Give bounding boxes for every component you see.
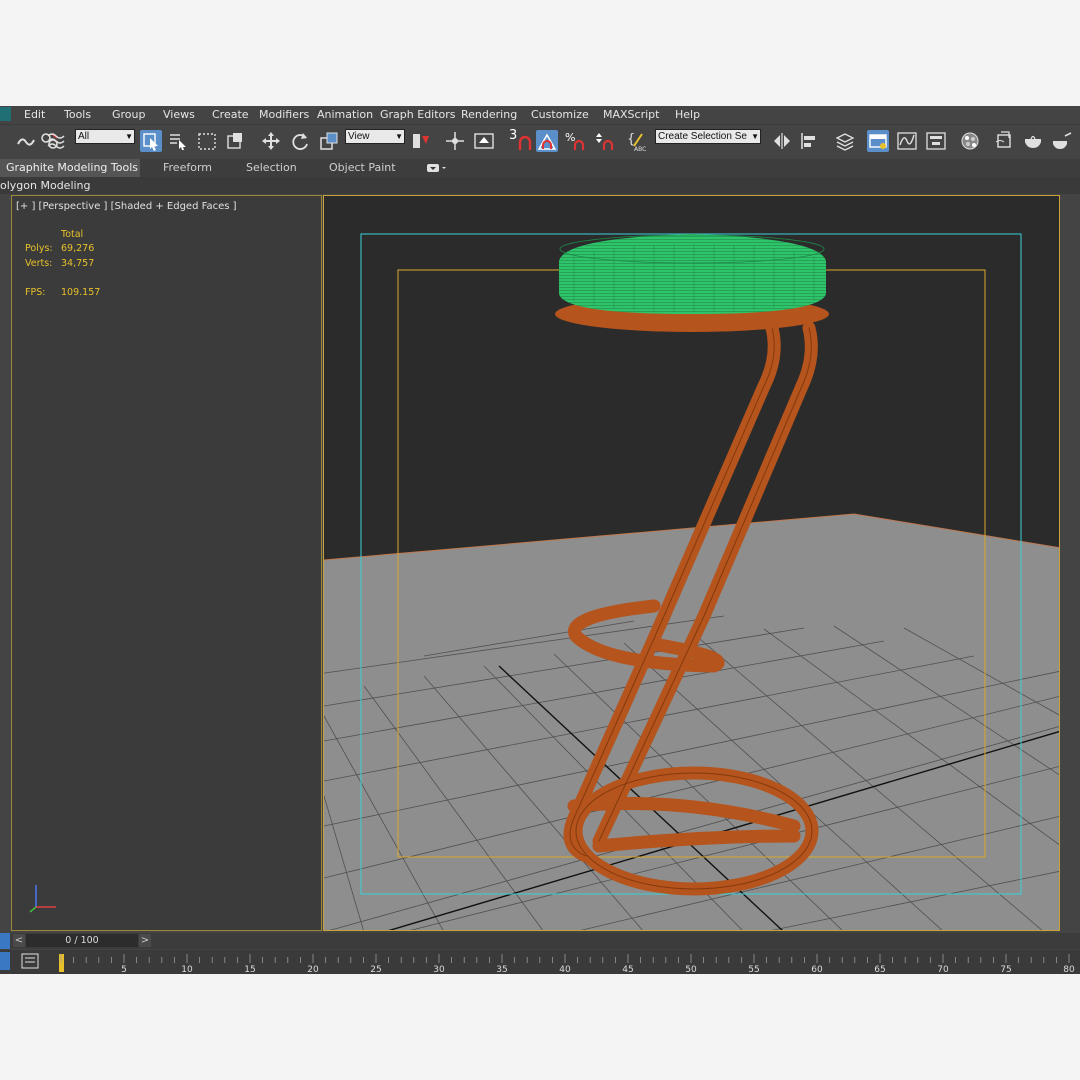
ruler-label: 15 — [244, 965, 255, 974]
prev-frame-button[interactable]: < — [13, 934, 25, 947]
ribbon-toggle-icon[interactable] — [867, 130, 889, 152]
rendered-frame-icon[interactable] — [1022, 130, 1044, 152]
named-sets-icon[interactable]: {ABC — [626, 130, 648, 152]
trackbar-toggle[interactable] — [0, 933, 10, 949]
ruler-label: 45 — [622, 965, 633, 974]
axis-tripod-icon — [29, 885, 56, 913]
menu-customize[interactable]: Customize — [531, 108, 589, 121]
tab-graphite-modeling-tools[interactable]: Graphite Modeling Tools — [0, 159, 140, 177]
frame-display[interactable]: 0 / 100 — [26, 934, 138, 947]
bind-spacewarp-icon[interactable] — [46, 130, 68, 152]
time-slider-thumb[interactable] — [59, 954, 64, 972]
render-setup-icon[interactable] — [993, 130, 1015, 152]
selection-filter-dropdown[interactable]: All ▼ — [75, 129, 135, 144]
ruler-label: 55 — [748, 965, 759, 974]
menu-edit[interactable]: Edit — [24, 108, 45, 121]
tab-object-paint[interactable]: Object Paint — [329, 161, 396, 174]
main-toolbar: All ▼ View ▼ 3 % {ABC Create Selection Se ▼ — [0, 124, 1080, 160]
perspective-viewport[interactable] — [323, 195, 1060, 931]
stats-polys-label: Polys: — [25, 243, 53, 254]
stats-verts-value: 34,757 — [61, 258, 95, 269]
ruler-label: 10 — [181, 965, 193, 974]
spinner-snap-icon[interactable]: % — [565, 130, 587, 152]
menu-graph-editors[interactable]: Graph Editors — [380, 108, 456, 121]
ruler-label: 60 — [811, 965, 823, 974]
seat-cushion — [559, 234, 826, 314]
left-viewport[interactable]: [+ ] [Perspective ] [Shaded + Edged Face… — [11, 195, 322, 931]
reference-coord-dropdown[interactable]: View ▼ — [345, 129, 405, 144]
app-logo-icon[interactable] — [0, 107, 11, 121]
menu-help[interactable]: Help — [675, 108, 700, 121]
floor-plane — [324, 514, 1059, 930]
menu-rendering[interactable]: Rendering — [461, 108, 517, 121]
timeline-ruler[interactable]: 5 10 15 20 25 30 35 40 45 50 55 60 65 70 75 80 — [0, 950, 1080, 974]
ruler-label: 75 — [1000, 965, 1011, 974]
material-editor-icon[interactable] — [959, 130, 981, 152]
percent-snap-icon[interactable] — [536, 130, 558, 152]
menu-bar: Edit Tools Group Views Create Modifiers … — [0, 106, 1080, 124]
ruler-label: 50 — [685, 965, 697, 974]
menu-modifiers[interactable]: Modifiers — [259, 108, 309, 121]
ruler-label: 70 — [937, 965, 949, 974]
link-icon[interactable] — [14, 130, 36, 152]
stats-total-header: Total — [61, 229, 84, 240]
stats-fps-value: 109.157 — [61, 287, 101, 298]
ruler-label: 40 — [559, 965, 571, 974]
stats-verts-label: Verts: — [25, 258, 53, 269]
menu-group[interactable]: Group — [112, 108, 146, 121]
menu-animation[interactable]: Animation — [317, 108, 373, 121]
ribbon-options-icon[interactable] — [426, 163, 448, 173]
menu-views[interactable]: Views — [163, 108, 195, 121]
menu-maxscript[interactable]: MAXScript — [603, 108, 659, 121]
select-manipulate-icon[interactable] — [410, 130, 432, 152]
named-selection-dropdown[interactable]: Create Selection Se ▼ — [655, 129, 761, 144]
tab-freeform[interactable]: Freeform — [163, 161, 212, 174]
ruler-label: 25 — [370, 965, 381, 974]
stats-fps-label: FPS: — [25, 287, 46, 298]
polygon-modeling-panel[interactable]: olygon Modeling — [0, 177, 1080, 194]
schematic-view-icon[interactable] — [925, 130, 947, 152]
ruler-label: 35 — [496, 965, 507, 974]
align-icon[interactable] — [799, 130, 821, 152]
move-icon[interactable] — [260, 130, 282, 152]
stats-polys-value: 69,276 — [61, 243, 95, 254]
svg-text:ABC: ABC — [634, 146, 646, 152]
ruler-label: 30 — [433, 965, 445, 974]
menu-create[interactable]: Create — [212, 108, 249, 121]
next-frame-button[interactable]: > — [139, 934, 151, 947]
window-crossing-icon[interactable] — [224, 130, 246, 152]
ruler-label: 80 — [1063, 965, 1075, 974]
tab-selection[interactable]: Selection — [246, 161, 297, 174]
ruler-label: 5 — [121, 965, 127, 974]
time-slider[interactable]: < 0 / 100 > — [0, 933, 1080, 949]
snap-toggle-icon[interactable] — [473, 130, 495, 152]
pivot-icon[interactable] — [444, 130, 466, 152]
ribbon-tabs: Graphite Modeling Tools Freeform Selecti… — [0, 159, 1080, 177]
angle-snap-icon[interactable] — [514, 130, 536, 152]
rect-region-icon[interactable] — [196, 130, 218, 152]
3dsmax-window: Edit Tools Group Views Create Modifiers … — [0, 106, 1080, 974]
curve-editor-icon[interactable] — [896, 130, 918, 152]
rotate-icon[interactable] — [289, 130, 311, 152]
select-object-icon[interactable] — [140, 130, 162, 152]
layer-manager-icon[interactable] — [834, 130, 856, 152]
render-icon[interactable] — [1051, 130, 1073, 152]
ruler-ticks: 5 10 15 20 25 30 35 40 45 50 55 60 65 70 75 80 — [59, 954, 1075, 974]
mirror-icon[interactable] — [771, 130, 793, 152]
ruler-label: 20 — [307, 965, 319, 974]
scene-canvas[interactable] — [324, 196, 1060, 931]
ruler-label: 65 — [874, 965, 885, 974]
select-by-name-icon[interactable] — [167, 130, 189, 152]
scale-icon[interactable] — [318, 130, 340, 152]
viewport-label[interactable]: [+ ] [Perspective ] [Shaded + Edged Face… — [16, 201, 237, 212]
svg-text:%: % — [565, 131, 575, 144]
edit-named-sets-icon[interactable] — [594, 130, 616, 152]
menu-tools[interactable]: Tools — [64, 108, 91, 121]
